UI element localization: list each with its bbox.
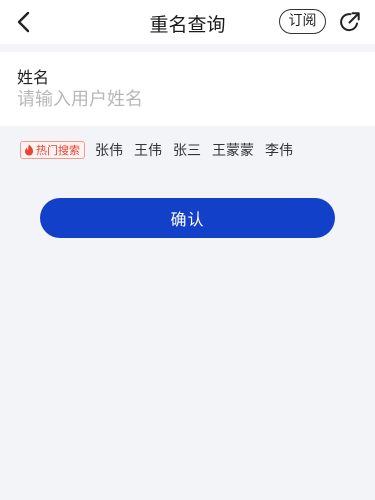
share-arrow-icon: [340, 12, 360, 32]
flame-icon: [25, 144, 33, 156]
share-button[interactable]: [336, 8, 364, 36]
hot-search-row: 热门搜索 张伟 王伟 张三 王蒙蒙 李伟: [20, 140, 304, 160]
name-form: 姓名: [0, 52, 375, 126]
hot-search-badge: 热门搜索: [20, 141, 85, 159]
hot-search-badge-label: 热门搜索: [36, 144, 80, 157]
hot-search-item[interactable]: 张三: [173, 140, 201, 160]
hot-search-item[interactable]: 王伟: [134, 140, 162, 160]
name-input[interactable]: [14, 85, 354, 113]
hot-search-item[interactable]: 王蒙蒙: [212, 140, 254, 160]
hot-search-item[interactable]: 张伟: [95, 140, 123, 160]
confirm-button[interactable]: 确认: [40, 198, 335, 238]
hot-search-item[interactable]: 李伟: [265, 140, 293, 160]
nav-bar: 重名查询 订阅: [0, 0, 375, 44]
subscribe-button[interactable]: 订阅: [279, 9, 326, 34]
